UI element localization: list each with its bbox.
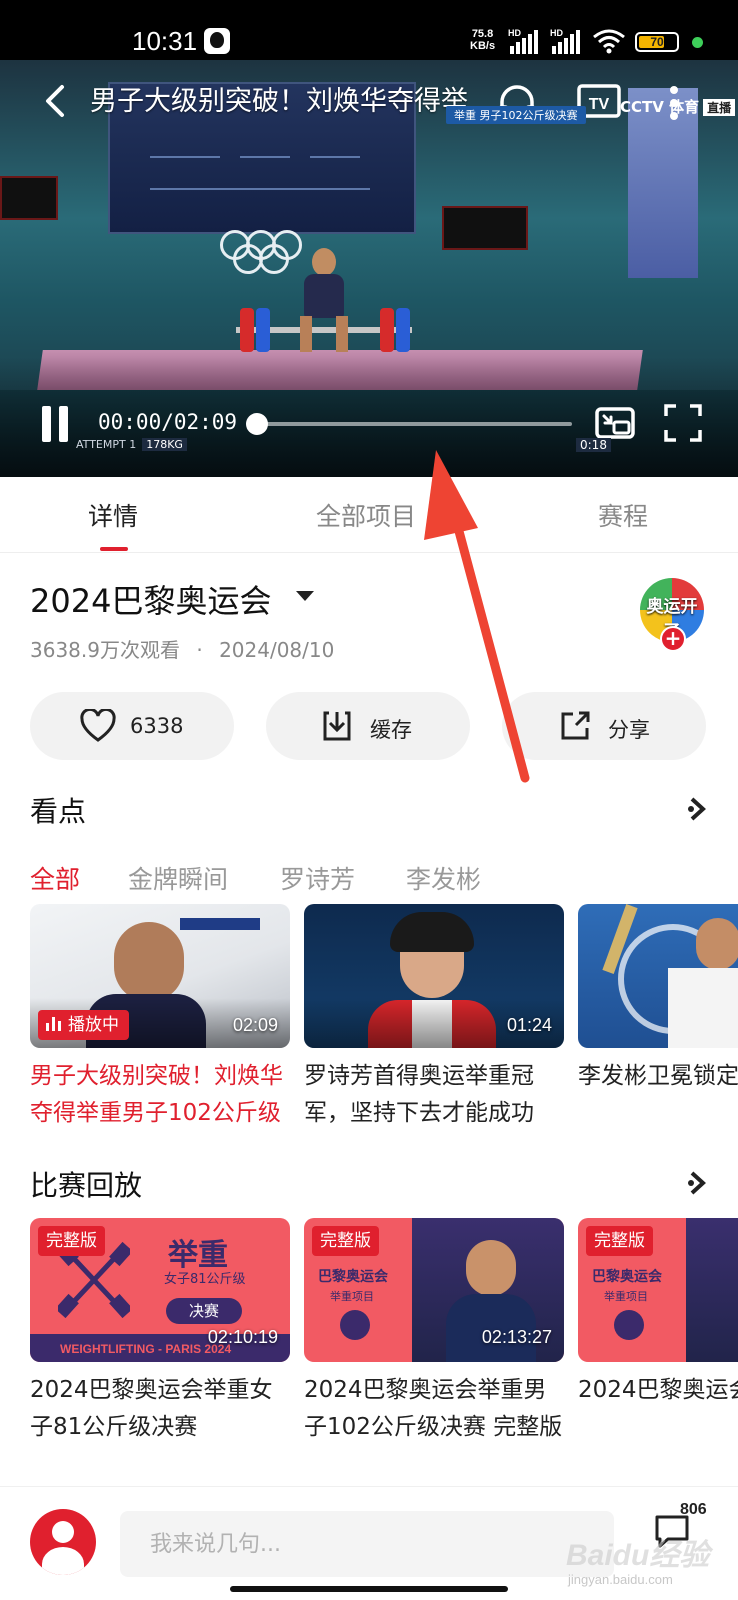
tab-details[interactable]: 详情 [88,497,138,533]
cache-label: 缓存 [370,718,412,742]
back-arrow-icon[interactable] [40,84,70,118]
video-duration: 01:24 [506,1015,552,1035]
highlight-filter-chips: 全部 金牌瞬间 罗诗芳 李发彬 [0,860,738,900]
live-label: 直播 [703,99,736,116]
tab-schedule[interactable]: 赛程 [598,497,648,533]
more-arrow-icon[interactable] [686,796,708,822]
share-icon [561,711,590,740]
program-meta: 3638.9万次观看 · 2024/08/10 [30,638,335,662]
art-subtitle: 举重项目 [330,1290,374,1303]
art-subtitle: 举重项目 [604,1290,648,1303]
download-icon [323,711,351,741]
highlights-title: 看点 [30,795,87,828]
fullscreen-icon[interactable] [662,402,704,444]
video-thumbnail: 巴黎奥运会 举重项目 完整版 02:13:27 [304,1218,564,1362]
video-duration: 02:10:19 [207,1327,278,1347]
full-version-badge: 完整版 [38,1226,105,1256]
replay-card[interactable]: 举重 女子81公斤级 决赛 WEIGHTLIFTING - PARIS 2024… [30,1218,290,1452]
share-label: 分享 [608,718,650,742]
caret-down-icon[interactable] [296,591,314,601]
chip-all[interactable]: 全部 [30,860,80,896]
weightlifter [296,248,352,358]
comment-count: 806 [680,1501,707,1518]
video-title: 罗诗芳首得奥运举重冠军，坚持下去才能成功 [304,1063,534,1126]
video-thumbnail [578,904,738,1048]
video-thumbnail: 巴黎奥运会 举重项目 完整版 [578,1218,738,1362]
comment-bar: 806 [0,1486,738,1600]
scoreboard-right [442,206,528,250]
like-count: 6338 [130,714,184,738]
heart-icon [80,709,116,742]
status-bar: 10:31 75.8 KB/s HD HD 70 [0,0,738,60]
attempt-overlay: ATTEMPT 1 178KG [76,438,187,451]
equalizer-icon [46,1017,62,1031]
video-title: 男子大级别突破！刘焕华夺得举重男子102公斤级金牌 [90,86,468,117]
video-title: 李发彬卫冕锁定金牌 赛前两小时精心准备 [578,1063,738,1089]
video-title: 2024巴黎奥运会举重男子102公斤级决赛 [578,1377,738,1403]
svg-text:TV: TV [589,96,610,113]
broadcast-tag: 举重 男子102公斤级决赛 [446,106,586,124]
art-title: 巴黎奥运会 [318,1269,388,1285]
replay-card[interactable]: 巴黎奥运会 举重项目 完整版 02:13:27 2024巴黎奥运会举重男子102… [304,1218,564,1452]
chip-li-fabin[interactable]: 李发彬 [406,860,481,896]
video-thumbnail: 播放中 02:09 [30,904,290,1048]
replay-card[interactable]: 巴黎奥运会 举重项目 完整版 2024巴黎奥运会举重男子102公斤级决赛 [578,1218,738,1452]
art-pill: 决赛 [166,1298,242,1324]
clock-overlay: 0:18 [576,438,611,452]
pause-button[interactable] [38,406,74,442]
art-footer: WEIGHTLIFTING - PARIS 2024 [60,1342,232,1356]
more-arrow-icon[interactable] [686,1170,708,1196]
tab-bar: 详情 全部项目 赛程 [0,477,738,553]
chip-luo-shifang[interactable]: 罗诗芳 [280,860,355,896]
tab-indicator [100,547,128,551]
follow-plus-icon[interactable]: + [660,626,686,652]
video-title: 2024巴黎奥运会举重女子81公斤级决赛 [30,1377,273,1440]
highlight-card[interactable]: 李发彬卫冕锁定金牌 赛前两小时精心准备 [578,904,738,1138]
user-avatar[interactable] [30,1509,96,1575]
video-thumbnail: 01:24 [304,904,564,1048]
publish-date: 2024/08/10 [219,638,335,662]
art-subtitle: 女子81公斤级 [164,1272,246,1287]
chip-gold-moments[interactable]: 金牌瞬间 [128,860,228,896]
status-time: 10:31 [132,26,198,56]
replays-title: 比赛回放 [30,1169,143,1202]
playback-time: 00:00/02:09 [98,410,238,434]
comment-input[interactable] [120,1511,614,1577]
signal-icon [510,30,544,54]
highlight-card[interactable]: 01:24 罗诗芳首得奥运举重冠军，坚持下去才能成功 [304,904,564,1138]
charging-dot [692,37,703,48]
progress-bar[interactable] [256,422,572,426]
qq-notification-icon [204,28,230,54]
video-duration: 02:09 [232,1015,278,1035]
signal-icon-2 [552,30,586,54]
video-duration: 02:13:27 [481,1327,552,1347]
share-button[interactable]: 分享 [502,692,706,760]
wifi-icon [593,29,625,54]
tab-all-events[interactable]: 全部项目 [316,497,416,533]
program-title[interactable]: 2024巴黎奥运会 [30,576,271,622]
view-count: 3638.9万次观看 [30,638,180,662]
highlight-card[interactable]: 播放中 02:09 男子大级别突破！刘焕华夺得举重男子102公斤级金牌 [30,904,290,1138]
scoreboard-left [0,176,58,220]
full-version-badge: 完整版 [312,1226,379,1256]
like-button[interactable]: 6338 [30,692,234,760]
full-version-badge: 完整版 [586,1226,653,1256]
now-playing-badge: 播放中 [38,1010,129,1040]
progress-thumb[interactable] [246,413,268,435]
video-thumbnail: 举重 女子81公斤级 决赛 WEIGHTLIFTING - PARIS 2024… [30,1218,290,1362]
video-title: 2024巴黎奥运会举重男子102公斤级决赛 完整版 [304,1377,563,1440]
art-title: 巴黎奥运会 [592,1269,662,1285]
battery-percent: 70 [650,35,664,49]
battery-icon: 70 [635,32,679,52]
network-speed: 75.8 KB/s [470,28,496,52]
cache-button[interactable]: 缓存 [266,692,470,760]
channel-logo: CCTV 体育 直播 [620,96,736,117]
home-indicator[interactable] [230,1586,508,1592]
video-title: 男子大级别突破！刘焕华夺得举重男子102公斤级金牌 [30,1063,283,1126]
